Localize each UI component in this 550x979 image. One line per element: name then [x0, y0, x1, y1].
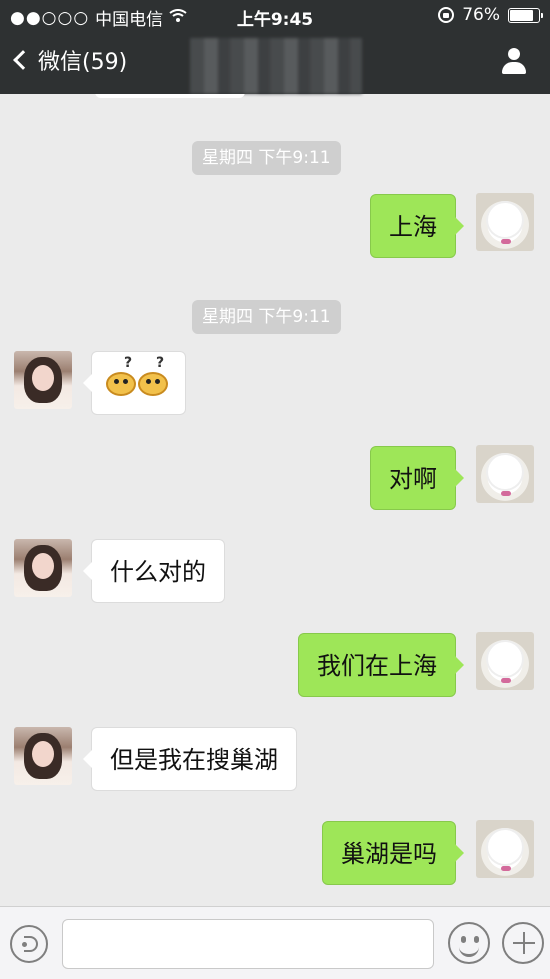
back-button[interactable]: 微信(59): [12, 44, 127, 76]
message-bubble-sent[interactable]: 我们在上海: [298, 633, 464, 697]
avatar-contact[interactable]: [14, 727, 72, 785]
status-bar: ●●○○○ 中国电信 上午9:45 76%: [0, 0, 550, 32]
avatar-contact[interactable]: [14, 539, 72, 597]
person-icon[interactable]: [500, 48, 528, 76]
chat-title-obscured: [190, 38, 362, 94]
chat-area[interactable]: 星期四 下午9:11 上海 星期四 下午9:11 对啊 什么对的 我们在上海 但…: [0, 94, 550, 906]
battery-percent: 76%: [462, 5, 500, 25]
nav-bar: 微信(59): [0, 32, 550, 94]
back-label: 微信(59): [38, 50, 128, 75]
message-bubble-sent[interactable]: 巢湖是吗: [322, 821, 464, 885]
message-bubble-received[interactable]: [83, 351, 186, 415]
previous-message-bubble: [95, 94, 245, 98]
voice-icon[interactable]: [10, 925, 48, 963]
chevron-left-icon: [13, 50, 33, 70]
avatar-contact[interactable]: [14, 351, 72, 409]
timestamp: 星期四 下午9:11: [192, 141, 341, 175]
rotation-lock-icon: [438, 7, 455, 23]
message-input[interactable]: [62, 919, 434, 969]
avatar-self[interactable]: [476, 193, 534, 251]
battery-fill: [510, 9, 533, 21]
smile-icon[interactable]: [448, 922, 490, 964]
message-bubble-sent[interactable]: 上海: [370, 194, 464, 258]
plus-icon[interactable]: [502, 922, 544, 964]
timestamp: 星期四 下午9:11: [192, 300, 341, 334]
message-bubble-received[interactable]: 什么对的: [83, 539, 225, 603]
battery-icon: [508, 7, 543, 23]
avatar-self[interactable]: [476, 632, 534, 690]
message-bubble-sent[interactable]: 对啊: [370, 446, 464, 510]
top-bar: ●●○○○ 中国电信 上午9:45 76% 微信(59): [0, 0, 550, 94]
input-bar: [0, 906, 550, 979]
avatar-self[interactable]: [476, 820, 534, 878]
confused-emoji-icon: [106, 356, 136, 396]
message-bubble-received[interactable]: 但是我在搜巢湖: [83, 727, 297, 791]
avatar-self[interactable]: [476, 445, 534, 503]
confused-emoji-icon: [138, 356, 168, 396]
